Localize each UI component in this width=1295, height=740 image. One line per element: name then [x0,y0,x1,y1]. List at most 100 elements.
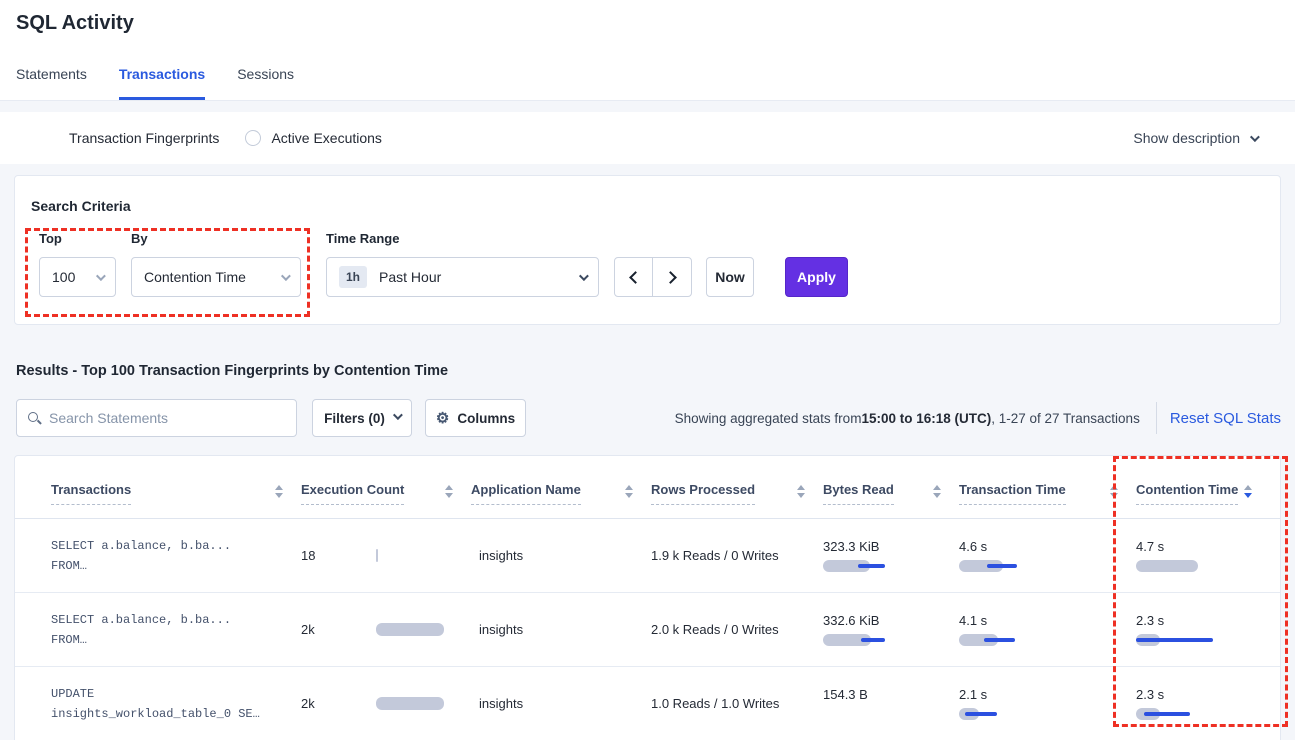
stats-time-range: 15:00 to 16:18 (UTC) [861,411,991,426]
search-criteria-heading: Search Criteria [31,198,131,214]
sort-icon[interactable] [1244,485,1252,498]
time-range-badge: 1h [339,266,367,288]
rows-processed-value: 1.0 Reads / 1.0 Writes [651,696,779,711]
contention-time-cell: 4.7 s [1136,539,1270,573]
bytes-read-cell: 332.6 KiB [823,613,959,647]
columns-button[interactable]: ⚙ Columns [425,399,526,437]
bytes-read-value: 323.3 KiB [823,539,959,554]
tab-statements[interactable]: Statements [16,66,87,100]
application-name-cell: insights [471,696,651,711]
execution-count-bar [376,623,444,636]
column-header-transaction-time[interactable]: Transaction Time [959,482,1136,505]
contention-time-cell: 2.3 s [1136,613,1270,647]
sort-icon[interactable] [275,485,283,498]
execution-count-bar [376,549,378,562]
execution-count-bar [376,697,444,710]
rows-processed-value: 2.0 k Reads / 0 Writes [651,622,779,637]
table-row[interactable]: SELECT a.balance, b.ba... FROM… 2k insig… [15,593,1280,667]
column-header-application-name[interactable]: Application Name [471,482,651,505]
chevron-down-icon [96,271,106,281]
bytes-read-value: 154.3 B [823,687,959,702]
sort-icon[interactable] [933,485,941,498]
query-line-1: SELECT a.balance, b.ba... [51,610,301,630]
radio-label-active-executions[interactable]: Active Executions [271,130,382,146]
transaction-time-cell: 4.1 s [959,613,1136,647]
execution-count-value: 18 [301,548,376,563]
application-name-value: insights [479,696,523,711]
query-line-1: SELECT a.balance, b.ba... [51,536,301,556]
previous-time-button[interactable] [615,258,653,296]
radio-active-executions[interactable] [245,130,261,146]
contention-time-value: 2.3 s [1136,613,1270,628]
application-name-value: insights [479,622,523,637]
sort-icon[interactable] [797,485,805,498]
filters-label: Filters (0) [324,411,385,426]
transaction-fingerprint-cell[interactable]: UPDATE insights_workload_table_0 SE… [51,684,301,724]
columns-label: Columns [457,411,515,426]
time-range-select[interactable]: 1h Past Hour [326,257,599,297]
tab-transactions[interactable]: Transactions [119,66,205,100]
chevron-down-icon [579,271,589,281]
execution-count-value: 2k [301,622,376,637]
application-name-value: insights [479,548,523,563]
by-label: By [131,231,148,246]
search-statements-box [16,399,297,437]
bytes-read-bar [823,707,915,721]
search-icon [27,411,41,425]
now-button[interactable]: Now [706,257,754,297]
query-line-2: insights_workload_table_0 SE… [51,704,301,724]
query-line-2: FROM… [51,630,301,650]
apply-button[interactable]: Apply [785,257,848,297]
by-select-value: Contention Time [144,269,246,285]
by-select[interactable]: Contention Time [131,257,301,297]
bytes-read-cell: 154.3 B [823,687,959,721]
page-header: SQL Activity Statements Transactions Ses… [0,0,1295,101]
chevron-left-icon [629,271,642,284]
sort-icon[interactable] [1110,485,1118,498]
transaction-fingerprint-cell[interactable]: SELECT a.balance, b.ba... FROM… [51,536,301,576]
table-row[interactable]: UPDATE insights_workload_table_0 SE… 2k … [15,667,1280,740]
sort-icon[interactable] [445,485,453,498]
column-header-bytes-read[interactable]: Bytes Read [823,482,959,505]
tab-bar: Statements Transactions Sessions [16,66,294,100]
chevron-down-icon [1250,132,1260,142]
table-row[interactable]: SELECT a.balance, b.ba... FROM… 18 insig… [15,519,1280,593]
stats-summary: Showing aggregated stats from 15:00 to 1… [675,411,1140,426]
contention-time-value: 2.3 s [1136,687,1270,702]
reset-sql-stats-link[interactable]: Reset SQL Stats [1170,410,1281,427]
filters-button[interactable]: Filters (0) [312,399,412,437]
top-label: Top [39,231,62,246]
show-description-toggle[interactable]: Show description [1133,130,1257,146]
bytes-read-value: 332.6 KiB [823,613,959,628]
results-toolbar: Filters (0) ⚙ Columns Showing aggregated… [16,399,1281,437]
radio-label-transaction-fingerprints[interactable]: Transaction Fingerprints [69,130,219,146]
transaction-fingerprint-cell[interactable]: SELECT a.balance, b.ba... FROM… [51,610,301,650]
search-input[interactable] [49,410,286,426]
table-header-row: Transactions Execution Count Application… [15,456,1280,519]
execution-count-cell: 18 [301,548,471,563]
contention-time-bar [1136,707,1228,721]
sort-icon[interactable] [625,485,633,498]
rows-processed-value: 1.9 k Reads / 0 Writes [651,548,779,563]
column-header-rows-processed[interactable]: Rows Processed [651,482,823,505]
transaction-time-bar [959,559,1051,573]
search-criteria-card: Search Criteria Top 100 By Contention Ti… [14,175,1281,325]
execution-count-cell: 2k [301,696,471,711]
tab-sessions[interactable]: Sessions [237,66,294,100]
transaction-time-value: 4.1 s [959,613,1136,628]
chevron-down-icon [393,410,403,420]
view-toggle-bar: Transaction Fingerprints Active Executio… [0,112,1295,164]
stats-prefix: Showing aggregated stats from [675,411,862,426]
transactions-table: Transactions Execution Count Application… [14,455,1281,740]
column-header-execution-count[interactable]: Execution Count [301,482,471,505]
bytes-read-bar [823,633,915,647]
chevron-down-icon [281,271,291,281]
contention-time-bar [1136,559,1228,573]
top-select[interactable]: 100 [39,257,116,297]
bytes-read-cell: 323.3 KiB [823,539,959,573]
column-header-contention-time[interactable]: Contention Time [1136,482,1270,505]
column-header-transactions[interactable]: Transactions [51,482,301,505]
next-time-button[interactable] [653,258,691,296]
transaction-time-bar [959,633,1051,647]
transaction-time-value: 4.6 s [959,539,1136,554]
